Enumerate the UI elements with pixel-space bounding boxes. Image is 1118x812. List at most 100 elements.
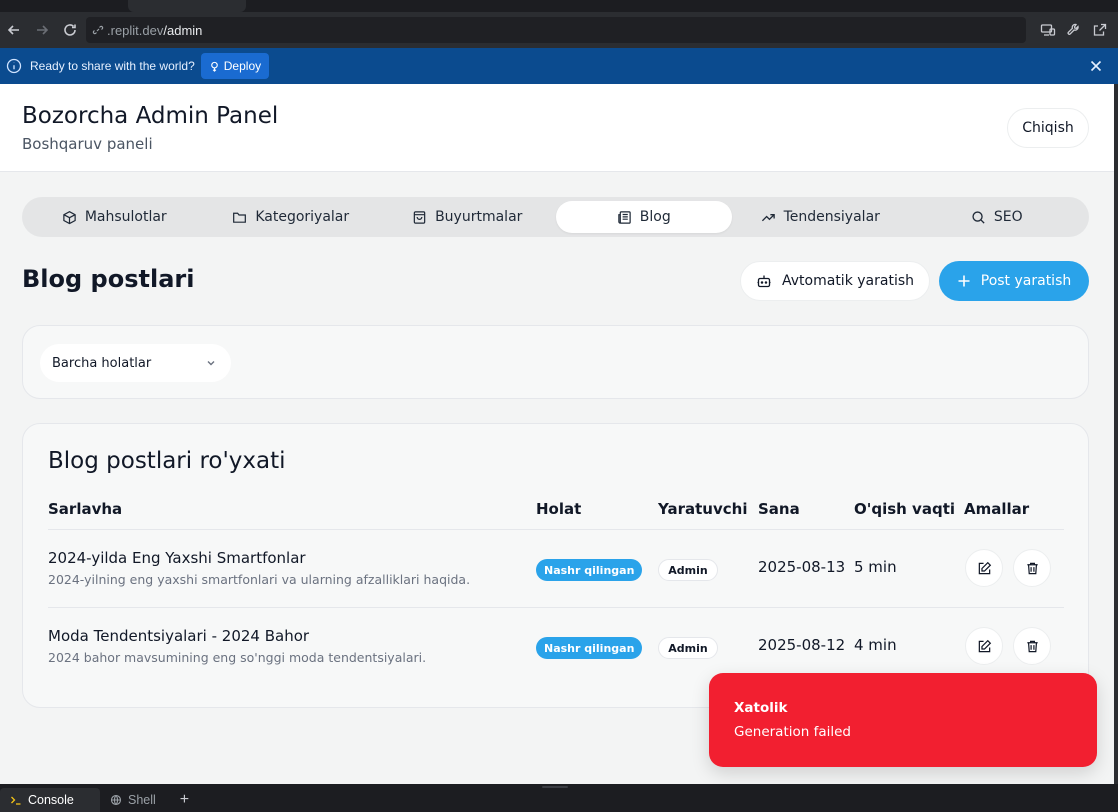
devtools-button[interactable] [1064,16,1084,44]
author-badge: Admin [658,559,718,581]
app-subtitle: Boshqaruv paneli [22,135,153,153]
app-header: Bozorcha Admin Panel Boshqaruv paneli Ch… [0,84,1114,172]
wrench-icon [1067,23,1079,35]
tab-trends-label: Tendensiyalar [783,209,880,225]
bot-icon [757,275,771,288]
status-badge: Nashr qilingan [536,637,643,659]
box-icon [63,210,76,224]
shopping-bag-icon [413,210,426,224]
shell-tab[interactable]: Shell [100,788,166,812]
page-scrollbar[interactable] [1114,84,1118,784]
terminal-icon [11,796,21,805]
column-header-date: Sana [758,500,800,518]
forward-button[interactable] [28,16,56,44]
back-button[interactable] [0,16,28,44]
edit-post-button[interactable] [965,627,1003,665]
column-header-actions: Amallar [964,500,1030,518]
filter-card: Barcha holatlar [22,325,1089,399]
arrow-left-icon [7,25,19,35]
console-tab[interactable]: Console [0,788,100,812]
page-title: Blog postlari [22,265,195,293]
status-badge: Nashr qilingan [536,559,643,581]
reload-button[interactable] [56,16,84,44]
deploy-button[interactable]: Deploy [200,53,270,79]
tab-blog[interactable]: Blog [555,201,732,233]
url-host: .replit.dev [107,22,164,38]
column-header-author: Yaratuvchi [658,500,748,518]
trash-icon [1026,640,1038,652]
reload-icon [64,24,76,36]
browser-url-bar: .replit.dev/admin [0,12,1118,48]
author-badge: Admin [658,637,718,659]
info-icon [6,58,22,74]
devices-button[interactable] [1038,16,1058,44]
column-header-read-time: O'qish vaqti [854,500,956,518]
delete-post-button[interactable] [1013,549,1051,587]
post-title: 2024-yilda Eng Yaxshi Smartfonlar [48,549,306,567]
edit-icon [978,561,991,574]
tab-seo[interactable]: SEO [909,201,1086,233]
error-toast[interactable]: Xatolik Generation failed [709,673,1097,767]
auto-generate-button[interactable]: Avtomatik yaratish [740,261,930,301]
auto-generate-label: Avtomatik yaratish [782,273,914,289]
chevron-down-icon [207,361,215,366]
table-row: 2024-yilda Eng Yaxshi Smartfonlar 2024-y… [23,530,1090,607]
browser-actions [1038,16,1110,44]
add-tab-button[interactable]: + [166,788,203,812]
tab-categories-label: Kategoriyalar [255,209,350,225]
tab-seo-label: SEO [993,209,1023,225]
post-date: 2025-08-12 [758,636,846,654]
address-field[interactable]: .replit.dev/admin [86,17,1026,43]
trending-up-icon [761,213,775,221]
console-tab-bar: Console Shell + [0,784,1118,812]
tab-orders-label: Buyurtmalar [435,209,523,225]
status-filter-select[interactable]: Barcha holatlar [40,344,231,382]
deploy-icon [210,61,218,72]
deploy-banner: Ready to share with the world? Deploy [0,48,1118,84]
column-header-status: Holat [536,500,582,518]
url-path: /admin [163,22,203,38]
banner-close-icon[interactable] [1088,58,1104,74]
search-icon [972,210,985,224]
app-title: Bozorcha Admin Panel [22,103,279,129]
deploy-label: Deploy [223,59,262,73]
open-new-tab-button[interactable] [1090,16,1110,44]
post-title: Moda Tendentsiyalari - 2024 Bahor [48,627,310,645]
tab-categories[interactable]: Kategoriyalar [203,201,380,233]
logout-button[interactable]: Chiqish [1007,108,1089,148]
toast-title: Xatolik [734,700,788,716]
status-filter-value: Barcha holatlar [52,355,152,371]
tab-trends[interactable]: Tendensiyalar [732,201,909,233]
edit-post-button[interactable] [965,549,1003,587]
tab-orders[interactable]: Buyurtmalar [379,201,556,233]
browser-tab-strip [0,0,1118,12]
newspaper-icon [618,210,631,224]
link-icon [92,25,104,35]
browser-tab-active[interactable] [128,0,246,12]
banner-text: Ready to share with the world? [30,59,195,73]
devices-icon [1040,24,1056,36]
resize-handle[interactable] [542,786,568,788]
post-date: 2025-08-13 [758,558,846,576]
shell-tab-label: Shell [128,793,156,807]
delete-post-button[interactable] [1013,627,1051,665]
blog-posts-card: Blog postlari ro'yxati Sarlavha Holat Ya… [22,423,1089,708]
tab-blog-label: Blog [639,209,671,225]
folder-icon [233,212,247,223]
tab-products-label: Mahsulotlar [84,209,167,225]
post-description: 2024 bahor mavsumining eng so'nggi moda … [48,650,427,665]
post-read-time: 5 min [854,558,897,576]
arrow-right-icon [37,25,49,35]
plus-icon [958,275,970,287]
post-read-time: 4 min [854,636,897,654]
admin-tabs: Mahsulotlar Kategoriyalar Buyurtmalar Bl… [22,197,1089,237]
create-post-button[interactable]: Post yaratish [939,261,1089,301]
shell-icon [110,794,122,806]
console-tab-label: Console [28,793,74,807]
column-header-title: Sarlavha [48,500,123,518]
toast-message: Generation failed [734,724,852,740]
external-link-icon [1093,23,1107,36]
blog-posts-card-title: Blog postlari ro'yxati [48,448,286,474]
edit-icon [978,639,991,652]
tab-products[interactable]: Mahsulotlar [26,201,203,233]
